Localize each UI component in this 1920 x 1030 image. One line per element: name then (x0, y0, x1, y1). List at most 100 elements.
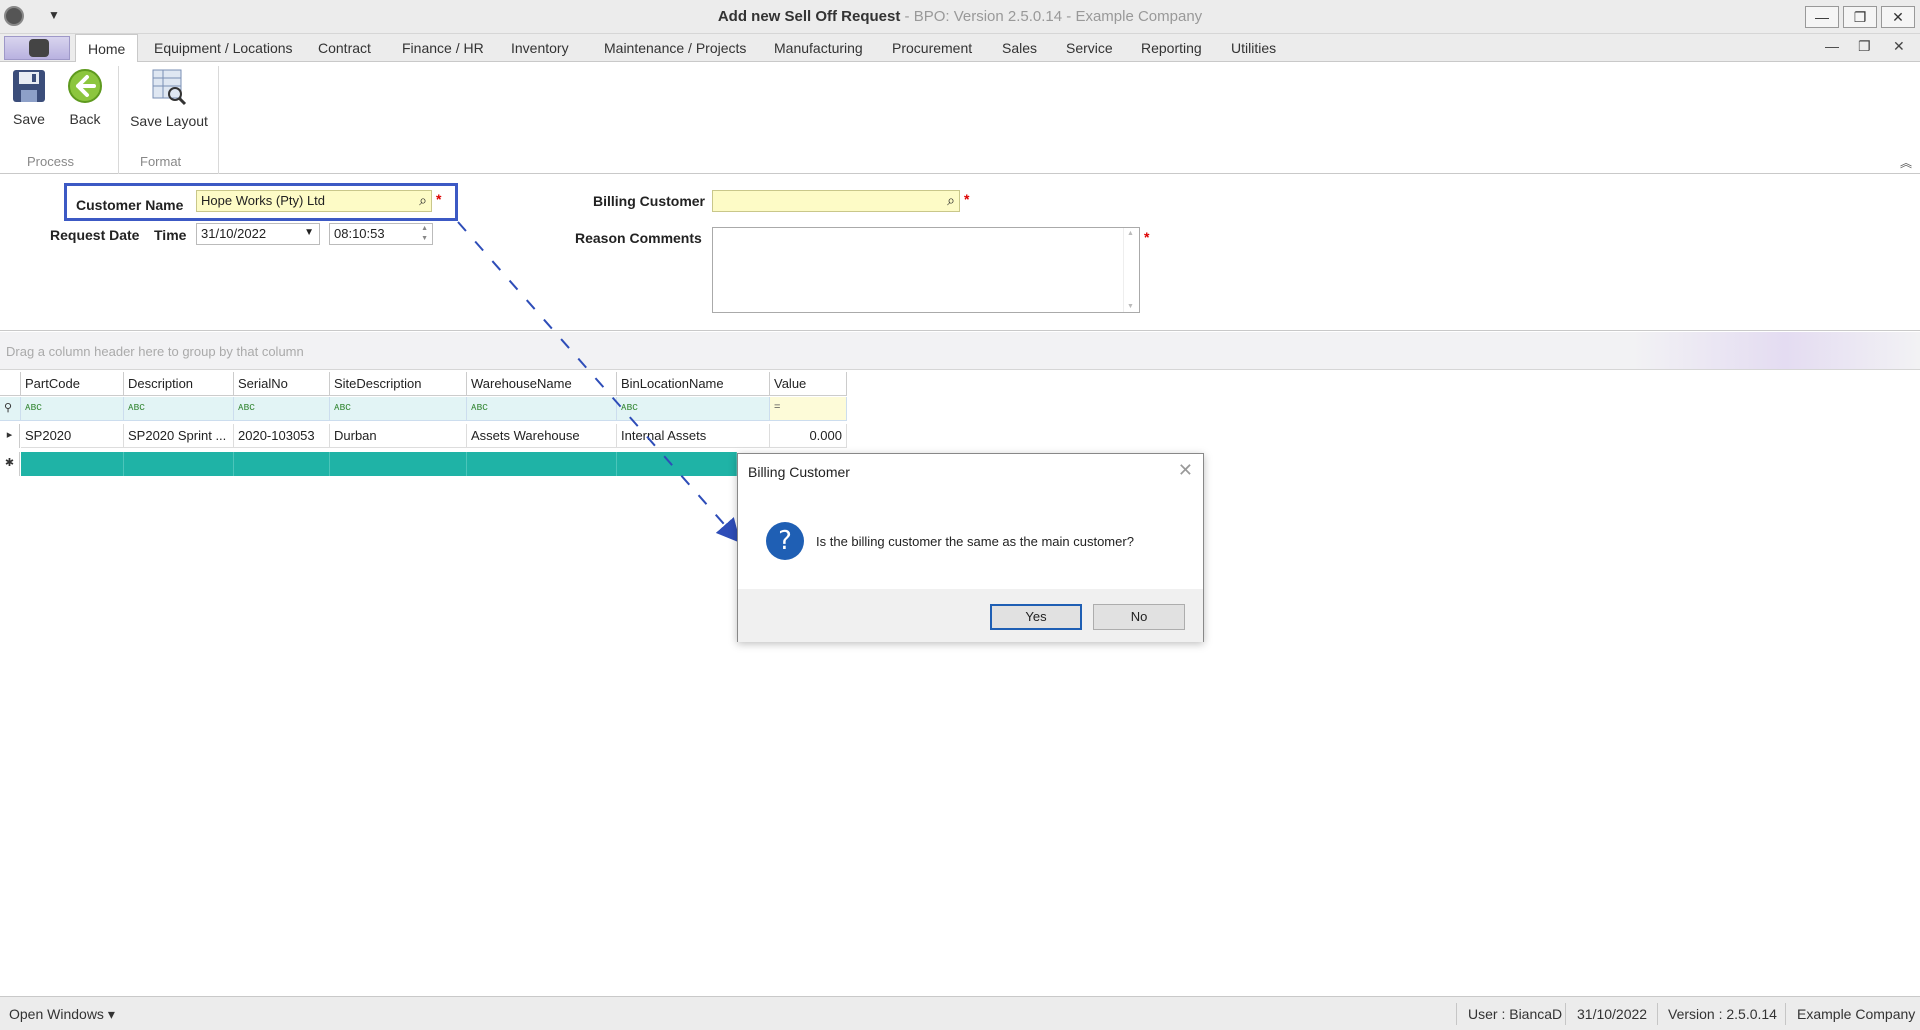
mdi-minimize-button[interactable]: — (1825, 38, 1839, 54)
tab-maintenance-projects[interactable]: Maintenance / Projects (604, 40, 746, 56)
tab-contract[interactable]: Contract (318, 40, 371, 56)
required-marker: * (1144, 229, 1150, 245)
mdi-close-button[interactable]: ✕ (1893, 38, 1905, 55)
request-date-label: Request Date (50, 227, 140, 243)
filter-cell-warehousename[interactable]: ᴀ͏ʙc (467, 397, 617, 421)
yes-button[interactable]: Yes (990, 604, 1082, 630)
sell-off-request-form: Customer Name Hope Works (Pty) Ltd ⌕ * R… (0, 175, 1920, 331)
save-layout-icon (152, 69, 187, 106)
required-marker: * (964, 191, 970, 207)
group-by-panel[interactable]: Drag a column header here to group by th… (0, 332, 1920, 370)
table-cell[interactable]: 0.000 (770, 424, 847, 448)
required-marker: * (436, 191, 442, 207)
new-row-cell[interactable] (21, 452, 124, 476)
tab-home[interactable]: Home (75, 34, 139, 63)
column-header-partcode[interactable]: PartCode (21, 372, 124, 396)
tab-procurement[interactable]: Procurement (892, 40, 972, 56)
row-indicator-icon[interactable]: ▸ (0, 424, 20, 448)
reason-comments-textarea[interactable]: ▲ ▼ (712, 227, 1140, 313)
column-header-binlocationname[interactable]: BinLocationName (617, 372, 770, 396)
column-header-description[interactable]: Description (124, 372, 234, 396)
app-menu-button[interactable] (4, 36, 70, 60)
collapse-ribbon-icon[interactable]: ︽ (1900, 154, 1912, 171)
billing-customer-label: Billing Customer (593, 193, 706, 209)
status-user: User : BiancaD (1468, 1006, 1563, 1022)
group-label-process: Process (27, 154, 74, 169)
reason-comments-label: Reason Comments (575, 230, 702, 246)
filter-cell-binlocationname[interactable]: ᴀ͏ʙc (617, 397, 770, 421)
tab-service[interactable]: Service (1066, 40, 1113, 56)
save-icon (13, 70, 45, 102)
new-row-cell[interactable] (234, 452, 330, 476)
group-label-format: Format (140, 154, 182, 169)
column-header-value[interactable]: Value (770, 372, 847, 396)
tab-inventory[interactable]: Inventory (511, 40, 569, 56)
tab-sales[interactable]: Sales (1002, 40, 1037, 56)
column-header-warehousename[interactable]: WarehouseName (467, 372, 617, 396)
group-by-hint: Drag a column header here to group by th… (6, 344, 304, 359)
customer-name-label: Customer Name (76, 197, 184, 213)
save-button[interactable]: Save (10, 68, 48, 127)
back-arrow-icon (68, 69, 102, 103)
billing-customer-dialog: Billing Customer ✕ ? Is the billing cust… (737, 453, 1204, 642)
back-button[interactable]: Back (66, 68, 104, 127)
new-row-indicator-icon[interactable]: ✱ (0, 452, 20, 476)
ribbon-tabs: Home Equipment / Locations Contract Fina… (0, 34, 1920, 63)
time-spin-icon[interactable]: ▲ ▼ (421, 224, 428, 244)
dialog-message: Is the billing customer the same as the … (816, 534, 1134, 549)
new-row-cell[interactable] (617, 452, 737, 476)
status-version: Version : 2.5.0.14 (1668, 1006, 1777, 1022)
time-field[interactable]: 08:10:53 ▲ ▼ (329, 223, 433, 245)
table-cell[interactable]: SP2020 Sprint ... (124, 424, 234, 448)
billing-customer-field[interactable]: ⌕ (712, 190, 960, 212)
table-cell[interactable]: Assets Warehouse (467, 424, 617, 448)
save-layout-button[interactable]: Save Layout (128, 68, 210, 129)
textarea-scrollbar[interactable]: ▲ ▼ (1123, 228, 1139, 312)
status-date: 31/10/2022 (1577, 1006, 1648, 1022)
tab-finance-hr[interactable]: Finance / HR (402, 40, 484, 56)
status-bar: Open Windows ▾ User : BiancaD 31/10/2022… (0, 996, 1920, 1030)
request-date-field[interactable]: 31/10/2022 ▼ (196, 223, 320, 245)
new-row-cell[interactable] (330, 452, 467, 476)
status-separator (1657, 1003, 1658, 1025)
status-separator (1456, 1003, 1457, 1025)
status-company: Example Company (1797, 1006, 1916, 1022)
table-cell[interactable]: 2020-103053 (234, 424, 330, 448)
filter-cell-value[interactable]: = (770, 397, 847, 421)
customer-name-field[interactable]: Hope Works (Pty) Ltd ⌕ (196, 190, 432, 212)
filter-cell-sitedescription[interactable]: ᴀ͏ʙc (330, 397, 467, 421)
lookup-search-icon[interactable]: ⌕ (947, 192, 955, 209)
restore-button[interactable]: ❐ (1843, 6, 1877, 28)
new-row-cell[interactable] (467, 452, 617, 476)
dialog-close-icon[interactable]: ✕ (1178, 460, 1193, 481)
column-header-sitedescription[interactable]: SiteDescription (330, 372, 467, 396)
scroll-down-icon[interactable]: ▼ (1127, 303, 1134, 310)
ribbon: Save Back Save Layout Process Format ︽ (0, 62, 1920, 174)
lookup-search-icon[interactable]: ⌕ (419, 192, 427, 209)
dialog-title: Billing Customer (748, 464, 850, 480)
tab-manufacturing[interactable]: Manufacturing (774, 40, 863, 56)
tab-equipment-locations[interactable]: Equipment / Locations (154, 40, 293, 56)
ribbon-separator (218, 66, 219, 174)
close-button[interactable]: ✕ (1881, 6, 1915, 28)
dropdown-arrow-icon[interactable]: ▼ (304, 227, 314, 238)
question-icon: ? (766, 522, 804, 560)
tab-reporting[interactable]: Reporting (1141, 40, 1202, 56)
filter-cell-partcode[interactable]: ᴀ͏ʙc (21, 397, 124, 421)
table-cell[interactable]: SP2020 (21, 424, 124, 448)
minimize-button[interactable]: — (1805, 6, 1839, 28)
filter-cell-description[interactable]: ᴀ͏ʙc (124, 397, 234, 421)
tab-utilities[interactable]: Utilities (1231, 40, 1276, 56)
column-header-serialno[interactable]: SerialNo (234, 372, 330, 396)
mdi-restore-button[interactable]: ❐ (1858, 38, 1871, 55)
status-separator (1785, 1003, 1786, 1025)
new-row-cell[interactable] (124, 452, 234, 476)
table-cell[interactable]: Internal Assets (617, 424, 770, 448)
filter-cell-serialno[interactable]: ᴀ͏ʙc (234, 397, 330, 421)
window-title: Add new Sell Off Request - BPO: Version … (717, 8, 1203, 25)
grid-corner (0, 372, 21, 396)
open-windows-menu[interactable]: Open Windows ▾ (9, 1006, 115, 1023)
table-cell[interactable]: Durban (330, 424, 467, 448)
no-button[interactable]: No (1093, 604, 1185, 630)
scroll-up-icon[interactable]: ▲ (1127, 230, 1134, 237)
